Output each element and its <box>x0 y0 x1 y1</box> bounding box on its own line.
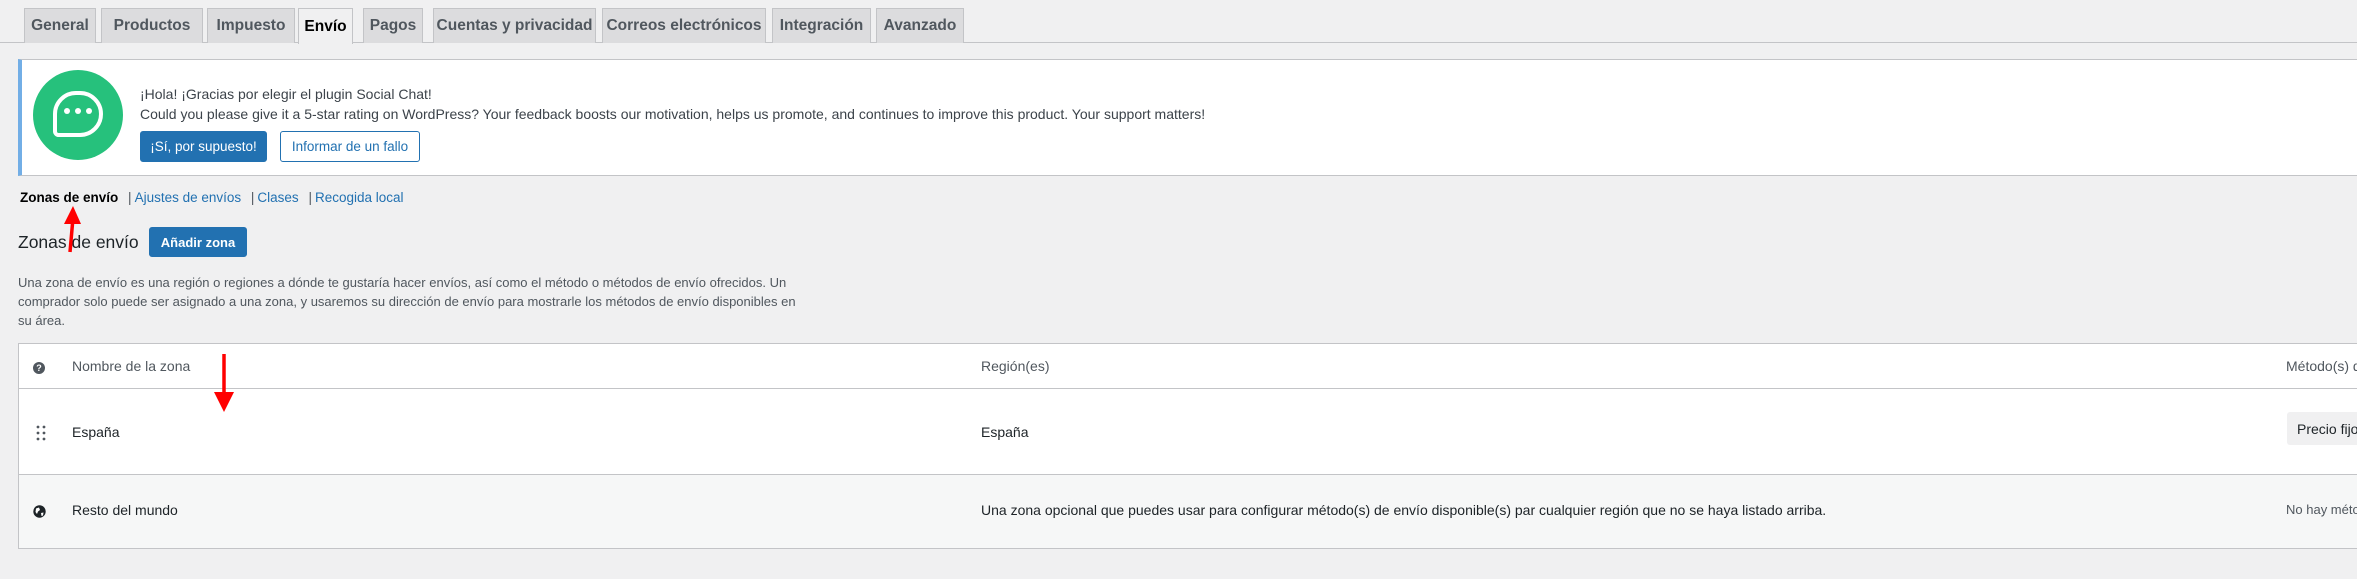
settings-tabs: General Productos Impuesto Envío Pagos C… <box>0 0 2357 44</box>
tab-correos-electronicos[interactable]: Correos electrónicos <box>602 8 766 43</box>
page-description: Una zona de envío es una región o region… <box>18 275 796 328</box>
column-zone-name: Nombre de la zona <box>72 358 191 374</box>
zone-methods-empty: No hay métod <box>2286 502 2357 517</box>
annotation-arrow-down-icon <box>214 354 234 412</box>
zone-name[interactable]: Resto del mundo <box>72 502 178 518</box>
tab-impuesto[interactable]: Impuesto <box>207 8 295 43</box>
zone-region: España <box>981 424 1029 440</box>
tab-envio[interactable]: Envío <box>298 8 353 44</box>
chat-bubble-icon <box>33 70 123 160</box>
social-chat-notice: ¡Hola! ¡Gracias por elegir el plugin Soc… <box>18 59 2357 176</box>
subnav-zonas-de-envio[interactable]: Zonas de envío <box>20 190 118 205</box>
help-icon[interactable]: ? <box>33 362 45 374</box>
table-row[interactable]: Resto del mundo Una zona opcional que pu… <box>19 475 2357 548</box>
notice-greeting: ¡Hola! ¡Gracias por elegir el plugin Soc… <box>140 86 432 102</box>
notice-message: Could you please give it a 5-star rating… <box>140 106 1206 122</box>
tab-general[interactable]: General <box>24 8 96 43</box>
table-header: ? Nombre de la zona Región(es) Método(s)… <box>19 344 2357 389</box>
subnav-separator: | <box>308 190 312 205</box>
subnav-separator: | <box>250 190 255 205</box>
rate-yes-button[interactable]: ¡Sí, por supuesto! <box>140 131 267 162</box>
column-regions: Región(es) <box>981 358 1050 374</box>
table-row[interactable]: España España Precio fijo <box>19 389 2357 475</box>
globe-icon <box>33 505 46 518</box>
subnav-separator: | <box>128 190 132 205</box>
subnav-ajustes-de-envios[interactable]: Ajustes de envíos <box>135 190 242 205</box>
shipping-zones-table: ? Nombre de la zona Región(es) Método(s)… <box>18 343 2357 549</box>
zone-region: Una zona opcional que puedes usar para c… <box>981 502 1827 518</box>
subnav-recogida-local[interactable]: Recogida local <box>315 190 404 205</box>
report-bug-button[interactable]: Informar de un fallo <box>280 131 420 162</box>
zone-name[interactable]: España <box>72 424 119 440</box>
tab-pagos[interactable]: Pagos <box>363 8 423 43</box>
tab-avanzado[interactable]: Avanzado <box>876 8 964 43</box>
tab-productos[interactable]: Productos <box>101 8 203 43</box>
tab-integracion[interactable]: Integración <box>772 8 871 43</box>
tab-cuentas-privacidad[interactable]: Cuentas y privacidad <box>433 8 596 43</box>
add-zone-button[interactable]: Añadir zona <box>149 227 247 257</box>
subnav-clases[interactable]: Clases <box>257 190 298 205</box>
shipping-subnav: Zonas de envío | Ajustes de envíos | Clase… <box>20 190 404 205</box>
annotation-arrow-up-icon <box>64 206 81 253</box>
column-methods: Método(s) d <box>2286 358 2357 374</box>
drag-handle-icon[interactable] <box>36 425 46 441</box>
shipping-method-pill[interactable]: Precio fijo <box>2287 412 2357 445</box>
